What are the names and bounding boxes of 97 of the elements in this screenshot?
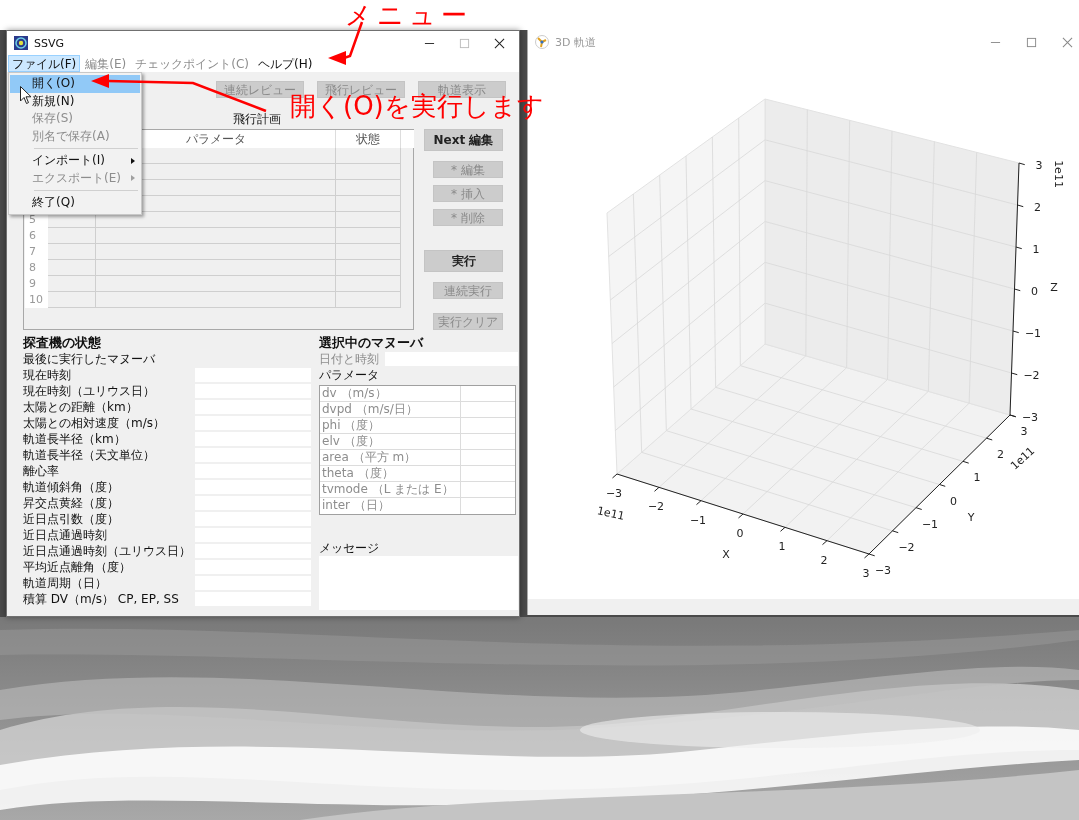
menu-item[interactable]: ファイル(F) xyxy=(8,55,81,72)
submenu-arrow-icon xyxy=(131,175,135,182)
field-label: 近日点引数（度） xyxy=(23,510,120,528)
field-label: 太陽との距離（km） xyxy=(23,398,139,416)
menu-item[interactable]: インポート(I) xyxy=(10,152,140,170)
tick-label: 3 xyxy=(1035,159,1043,172)
tick-label: −1 xyxy=(689,513,707,527)
field-label: パラメータ xyxy=(319,367,380,383)
table-cell: theta （度） xyxy=(320,466,461,481)
cursor-icon xyxy=(20,86,32,105)
tick-label: 1 xyxy=(973,471,981,485)
table-cell: phi （度） xyxy=(320,418,461,433)
field-label: 最後に実行したマヌーバ xyxy=(23,350,156,368)
app-icon xyxy=(14,36,28,50)
menu-item[interactable]: 終了(Q) xyxy=(10,194,140,212)
close-icon[interactable] xyxy=(494,37,505,49)
tick-label: 0 xyxy=(950,494,957,508)
table-cell xyxy=(48,260,96,276)
table-cell xyxy=(336,164,401,180)
table-cell: elv （度） xyxy=(320,434,461,449)
column-header: 状態 xyxy=(336,130,401,148)
menu-item[interactable]: ヘルプ(H) xyxy=(253,55,317,72)
table-cell xyxy=(336,276,401,292)
field-label: 現在時刻 xyxy=(23,366,72,384)
tick-label: −3 xyxy=(874,564,892,577)
tick-label: −1 xyxy=(1024,327,1042,340)
tick-label: −3 xyxy=(605,487,623,500)
tick-label: −2 xyxy=(1023,369,1040,382)
table-cell xyxy=(336,196,401,212)
window-title: 3D 軌道 xyxy=(555,34,596,50)
table-cell: tvmode （L または E） xyxy=(320,482,461,497)
field-label: 軌道傾斜角（度） xyxy=(23,478,120,496)
action-button[interactable]: Next 編集 xyxy=(424,129,503,151)
section-title: 選択中のマヌーバ xyxy=(319,334,425,351)
submenu-arrow-icon xyxy=(131,157,135,164)
field-label: 平均近点離角（度） xyxy=(23,558,132,576)
field-label: メッセージ xyxy=(319,541,380,555)
field-label: 近日点通過時刻 xyxy=(23,526,108,544)
field-label: 近日点通過時刻（ユリウス日） xyxy=(23,542,192,560)
row-number: 6 xyxy=(25,228,48,244)
offset-label: 1e11 xyxy=(595,504,626,523)
field-label: 軌道長半径（km） xyxy=(23,430,127,448)
menu-item[interactable]: 新規(N) xyxy=(10,92,140,110)
table-cell: inter （日） xyxy=(320,498,461,514)
table-cell: dv （m/s） xyxy=(320,386,461,401)
tick-label: 0 xyxy=(736,527,744,540)
axis-label: Y xyxy=(967,511,975,524)
tick-label: 3 xyxy=(862,567,870,580)
row-number: 8 xyxy=(25,260,48,276)
field-label: 積算 DV（m/s） CP, EP, SS xyxy=(23,590,180,608)
window-title: SSVG xyxy=(34,36,64,50)
tick-label: 0 xyxy=(1031,285,1038,298)
tick-label: 3 xyxy=(1020,425,1028,438)
table-cell xyxy=(336,260,401,276)
row-number: 7 xyxy=(25,244,48,260)
app-icon xyxy=(535,35,549,49)
field-label: 離心率 xyxy=(23,462,60,480)
tick-label: 1 xyxy=(1032,243,1040,256)
table-cell: area （平方 m） xyxy=(320,450,461,465)
axis-label: X xyxy=(722,548,730,561)
menu-item[interactable]: 開く(O) xyxy=(10,75,140,93)
table-cell xyxy=(48,276,96,292)
table-cell: dvpd （m/s/日） xyxy=(320,402,461,417)
annotation-text: メニュー xyxy=(345,1,472,31)
table-cell xyxy=(48,244,96,260)
field-label: 昇交点黄経（度） xyxy=(23,494,120,512)
table-cell xyxy=(336,180,401,196)
field-label: 日付と時刻 xyxy=(319,350,380,368)
field-label: 現在時刻（ユリウス日） xyxy=(23,382,156,400)
tick-label: −1 xyxy=(921,517,939,531)
table-cell xyxy=(48,228,96,244)
table-cell xyxy=(48,292,96,308)
tick-label: −3 xyxy=(1021,411,1039,424)
axis-label: Z xyxy=(1050,281,1058,294)
field-label: 軌道周期（日） xyxy=(23,574,108,592)
table-cell xyxy=(336,292,401,308)
tick-label: −2 xyxy=(647,500,665,514)
row-number: 10 xyxy=(25,292,48,308)
table-cell xyxy=(336,148,401,164)
date-field[interactable] xyxy=(385,352,518,366)
maximize-icon[interactable] xyxy=(459,37,470,49)
section-title: 探査機の状態 xyxy=(23,334,102,351)
action-button[interactable]: 実行 xyxy=(424,250,503,272)
field-label: 太陽との相対速度（m/s） xyxy=(23,414,166,432)
tick-label: 1 xyxy=(778,540,786,554)
tick-label: 2 xyxy=(820,553,828,567)
tick-label: −2 xyxy=(898,540,915,554)
field-label: 軌道長半径（天文単位） xyxy=(23,446,156,464)
table-cell xyxy=(336,228,401,244)
maximize-icon[interactable] xyxy=(1026,36,1037,48)
offset-label: 1e11 xyxy=(1052,160,1065,188)
table-cell xyxy=(336,244,401,260)
section-title: 飛行計画 xyxy=(233,111,282,127)
row-number: 9 xyxy=(25,276,48,292)
tick-label: 2 xyxy=(1034,201,1041,214)
table-cell xyxy=(336,212,401,228)
tick-label: 2 xyxy=(997,448,1004,462)
